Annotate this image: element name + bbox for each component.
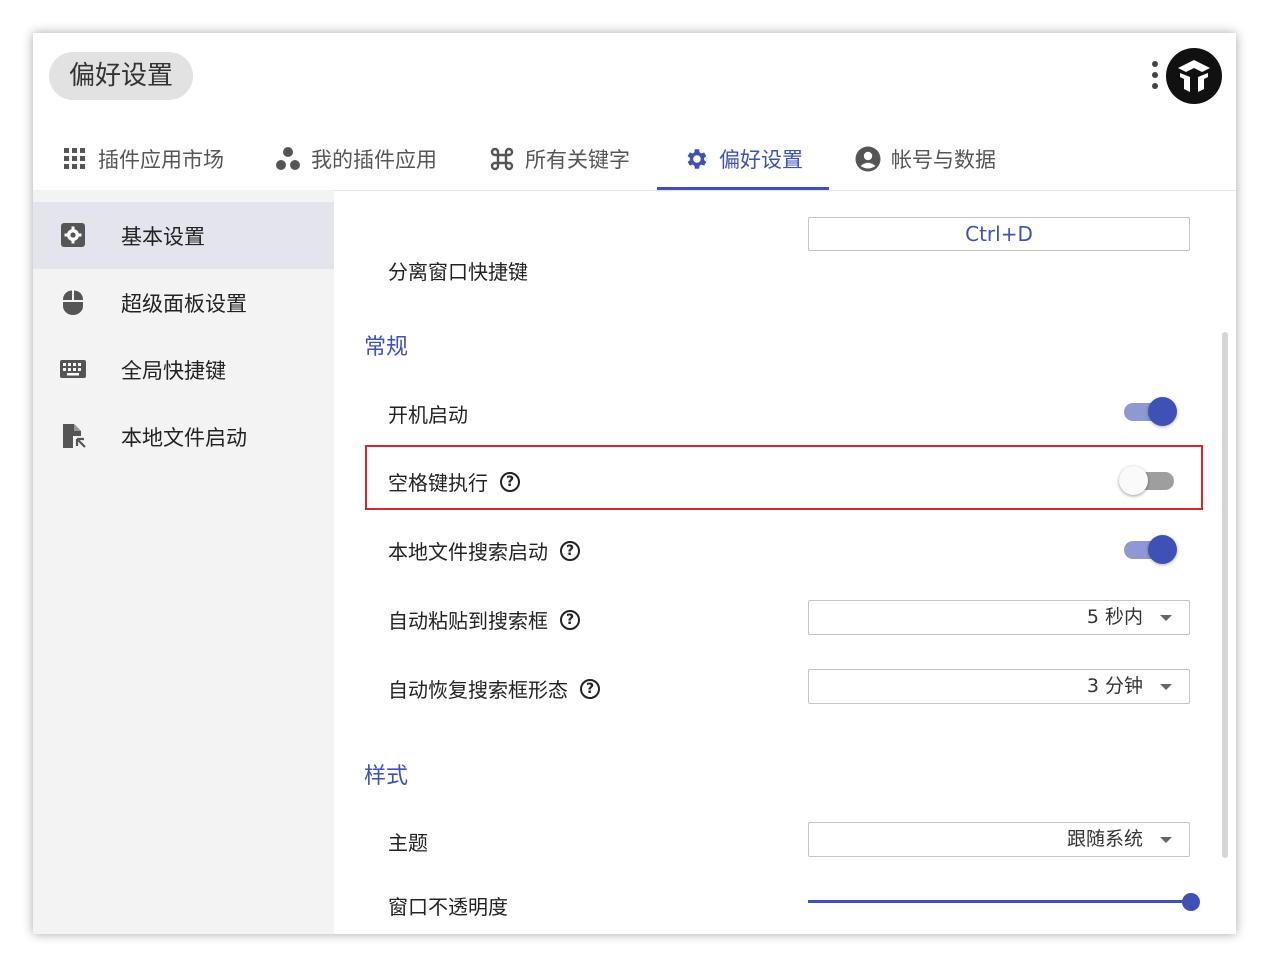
tab-bar: 插件应用市场 我的插件应用 所有关键字 偏好设置 帐号与数据 — [33, 129, 1236, 191]
local-file-search-row: 本地文件搜索启动 ? — [388, 536, 580, 565]
help-icon[interactable]: ? — [500, 471, 520, 492]
autostart-toggle[interactable] — [1122, 396, 1178, 426]
tab-label: 插件应用市场 — [98, 148, 224, 172]
sidebar-item-label: 本地文件启动 — [121, 425, 247, 450]
account-circle-icon — [855, 146, 881, 172]
local-file-search-toggle[interactable] — [1122, 534, 1178, 564]
auto-paste-select[interactable]: 5 秒内 — [808, 600, 1190, 635]
auto-paste-value: 5 秒内 — [1086, 606, 1143, 628]
tab-label: 帐号与数据 — [891, 148, 996, 172]
auto-restore-label: 自动恢复搜索框形态 — [388, 678, 568, 702]
tab-plugin-market[interactable]: 插件应用市场 — [62, 129, 224, 189]
local-file-search-label: 本地文件搜索启动 — [388, 540, 548, 564]
tab-label: 偏好设置 — [719, 148, 803, 172]
dropdown-arrow-icon — [1160, 684, 1172, 690]
bubbles-icon — [275, 146, 301, 172]
sidebar-item-super-panel[interactable]: 超级面板设置 — [33, 269, 334, 336]
auto-paste-label: 自动粘贴到搜索框 — [388, 609, 548, 633]
autostart-label: 开机启动 — [388, 403, 468, 427]
theme-label: 主题 — [388, 831, 428, 855]
opacity-slider[interactable] — [808, 890, 1200, 914]
auto-restore-row: 自动恢复搜索框形态 ? — [388, 674, 600, 703]
slider-rail — [808, 900, 1191, 903]
detach-shortcut-input[interactable]: Ctrl+D — [808, 217, 1190, 251]
command-icon — [489, 146, 515, 172]
tab-all-keywords[interactable]: 所有关键字 — [489, 129, 630, 189]
tab-preferences[interactable]: 偏好设置 — [683, 129, 803, 189]
apps-grid-icon — [62, 146, 88, 172]
dropdown-arrow-icon — [1160, 837, 1172, 843]
detach-shortcut-label: 分离窗口快捷键 — [388, 260, 528, 284]
auto-restore-select[interactable]: 3 分钟 — [808, 669, 1190, 704]
gear-icon — [683, 146, 709, 172]
tab-my-plugins[interactable]: 我的插件应用 — [275, 129, 437, 189]
more-menu-icon[interactable] — [1148, 58, 1162, 94]
space-execute-toggle[interactable] — [1119, 465, 1178, 495]
auto-restore-value: 3 分钟 — [1086, 675, 1143, 697]
file-launch-icon — [63, 424, 86, 448]
app-logo-icon — [1166, 48, 1222, 104]
sidebar-item-label: 全局快捷键 — [121, 358, 226, 383]
sidebar-item-label: 基本设置 — [121, 224, 205, 249]
theme-select[interactable]: 跟随系统 — [808, 822, 1190, 857]
mouse-icon — [63, 290, 84, 315]
tab-account-data[interactable]: 帐号与数据 — [855, 129, 996, 189]
tab-label: 我的插件应用 — [311, 148, 437, 172]
settings-box-icon — [61, 223, 85, 247]
auto-paste-row: 自动粘贴到搜索框 ? — [388, 605, 580, 634]
opacity-label: 窗口不透明度 — [388, 895, 508, 919]
space-execute-row: 空格键执行 ? — [388, 467, 520, 496]
help-icon[interactable]: ? — [560, 609, 580, 630]
slider-thumb[interactable] — [1182, 893, 1200, 911]
help-icon[interactable]: ? — [560, 540, 580, 561]
scrollbar[interactable] — [1222, 332, 1228, 858]
sidebar-item-local-file-launch[interactable]: 本地文件启动 — [33, 403, 334, 470]
help-icon[interactable]: ? — [580, 678, 600, 699]
section-title-general: 常规 — [364, 335, 409, 360]
sidebar-item-basic-settings[interactable]: 基本设置 — [33, 202, 334, 269]
keyboard-icon — [60, 360, 86, 378]
section-title-style: 样式 — [364, 764, 409, 789]
preferences-window: 偏好设置 插件应用市场 我的插件应用 所有关键字 偏好设置 帐号与数据 基本设置… — [33, 33, 1236, 934]
tab-label: 所有关键字 — [525, 148, 630, 172]
sidebar: 基本设置 超级面板设置 全局快捷键 本地文件启动 — [33, 190, 334, 934]
settings-content: 分离窗口快捷键 Ctrl+D 常规 开机启动 空格键执行 ? 本地文件搜索启动 … — [334, 190, 1236, 934]
page-title: 偏好设置 — [49, 52, 193, 100]
sidebar-item-global-shortcuts[interactable]: 全局快捷键 — [33, 336, 334, 403]
theme-value: 跟随系统 — [1066, 828, 1143, 850]
dropdown-arrow-icon — [1160, 615, 1172, 621]
space-execute-label: 空格键执行 — [388, 471, 488, 495]
sidebar-item-label: 超级面板设置 — [121, 291, 247, 316]
